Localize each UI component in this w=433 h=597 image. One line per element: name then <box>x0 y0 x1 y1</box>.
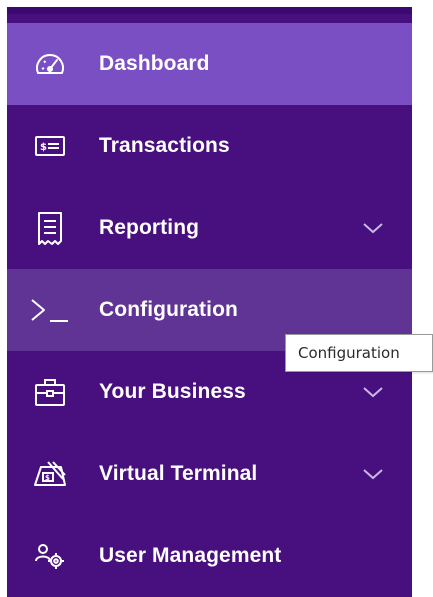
configuration-tooltip: Configuration <box>285 334 433 372</box>
sidebar-item-label: Reporting <box>99 216 200 239</box>
chevron-down-icon[interactable] <box>362 467 384 481</box>
sidebar-item-label: Configuration <box>99 298 238 321</box>
sidebar-item-transactions[interactable]: $ Transactions <box>7 105 412 187</box>
sidebar-item-label: Transactions <box>99 134 230 157</box>
sidebar-nav: Dashboard $ Transactions Reporting Confi… <box>7 7 412 597</box>
app-stage: Dashboard $ Transactions Reporting Confi… <box>0 0 433 597</box>
sidebar-item-user-management[interactable]: User Management <box>7 515 412 597</box>
sidebar-item-dashboard[interactable]: Dashboard <box>7 23 412 105</box>
sidebar-item-reporting[interactable]: Reporting <box>7 187 412 269</box>
svg-text:$: $ <box>40 142 47 153</box>
sidebar-item-label: User Management <box>99 544 282 567</box>
configuration-terminal-icon <box>30 290 70 330</box>
chevron-down-icon[interactable] <box>362 385 384 399</box>
svg-text:$: $ <box>45 474 50 482</box>
chevron-down-icon[interactable] <box>362 221 384 235</box>
dashboard-gauge-icon <box>30 44 70 84</box>
briefcase-icon <box>30 372 70 412</box>
transactions-card-icon: $ <box>30 126 70 166</box>
sidebar-item-label: Dashboard <box>99 52 210 75</box>
sidebar-item-label: Your Business <box>99 380 246 403</box>
virtual-terminal-icon: $ <box>30 454 70 494</box>
user-management-icon <box>30 536 70 576</box>
sidebar-item-label: Virtual Terminal <box>99 462 258 485</box>
sidebar-item-virtual-terminal[interactable]: $ Virtual Terminal <box>7 433 412 515</box>
reporting-receipt-icon <box>30 208 70 248</box>
